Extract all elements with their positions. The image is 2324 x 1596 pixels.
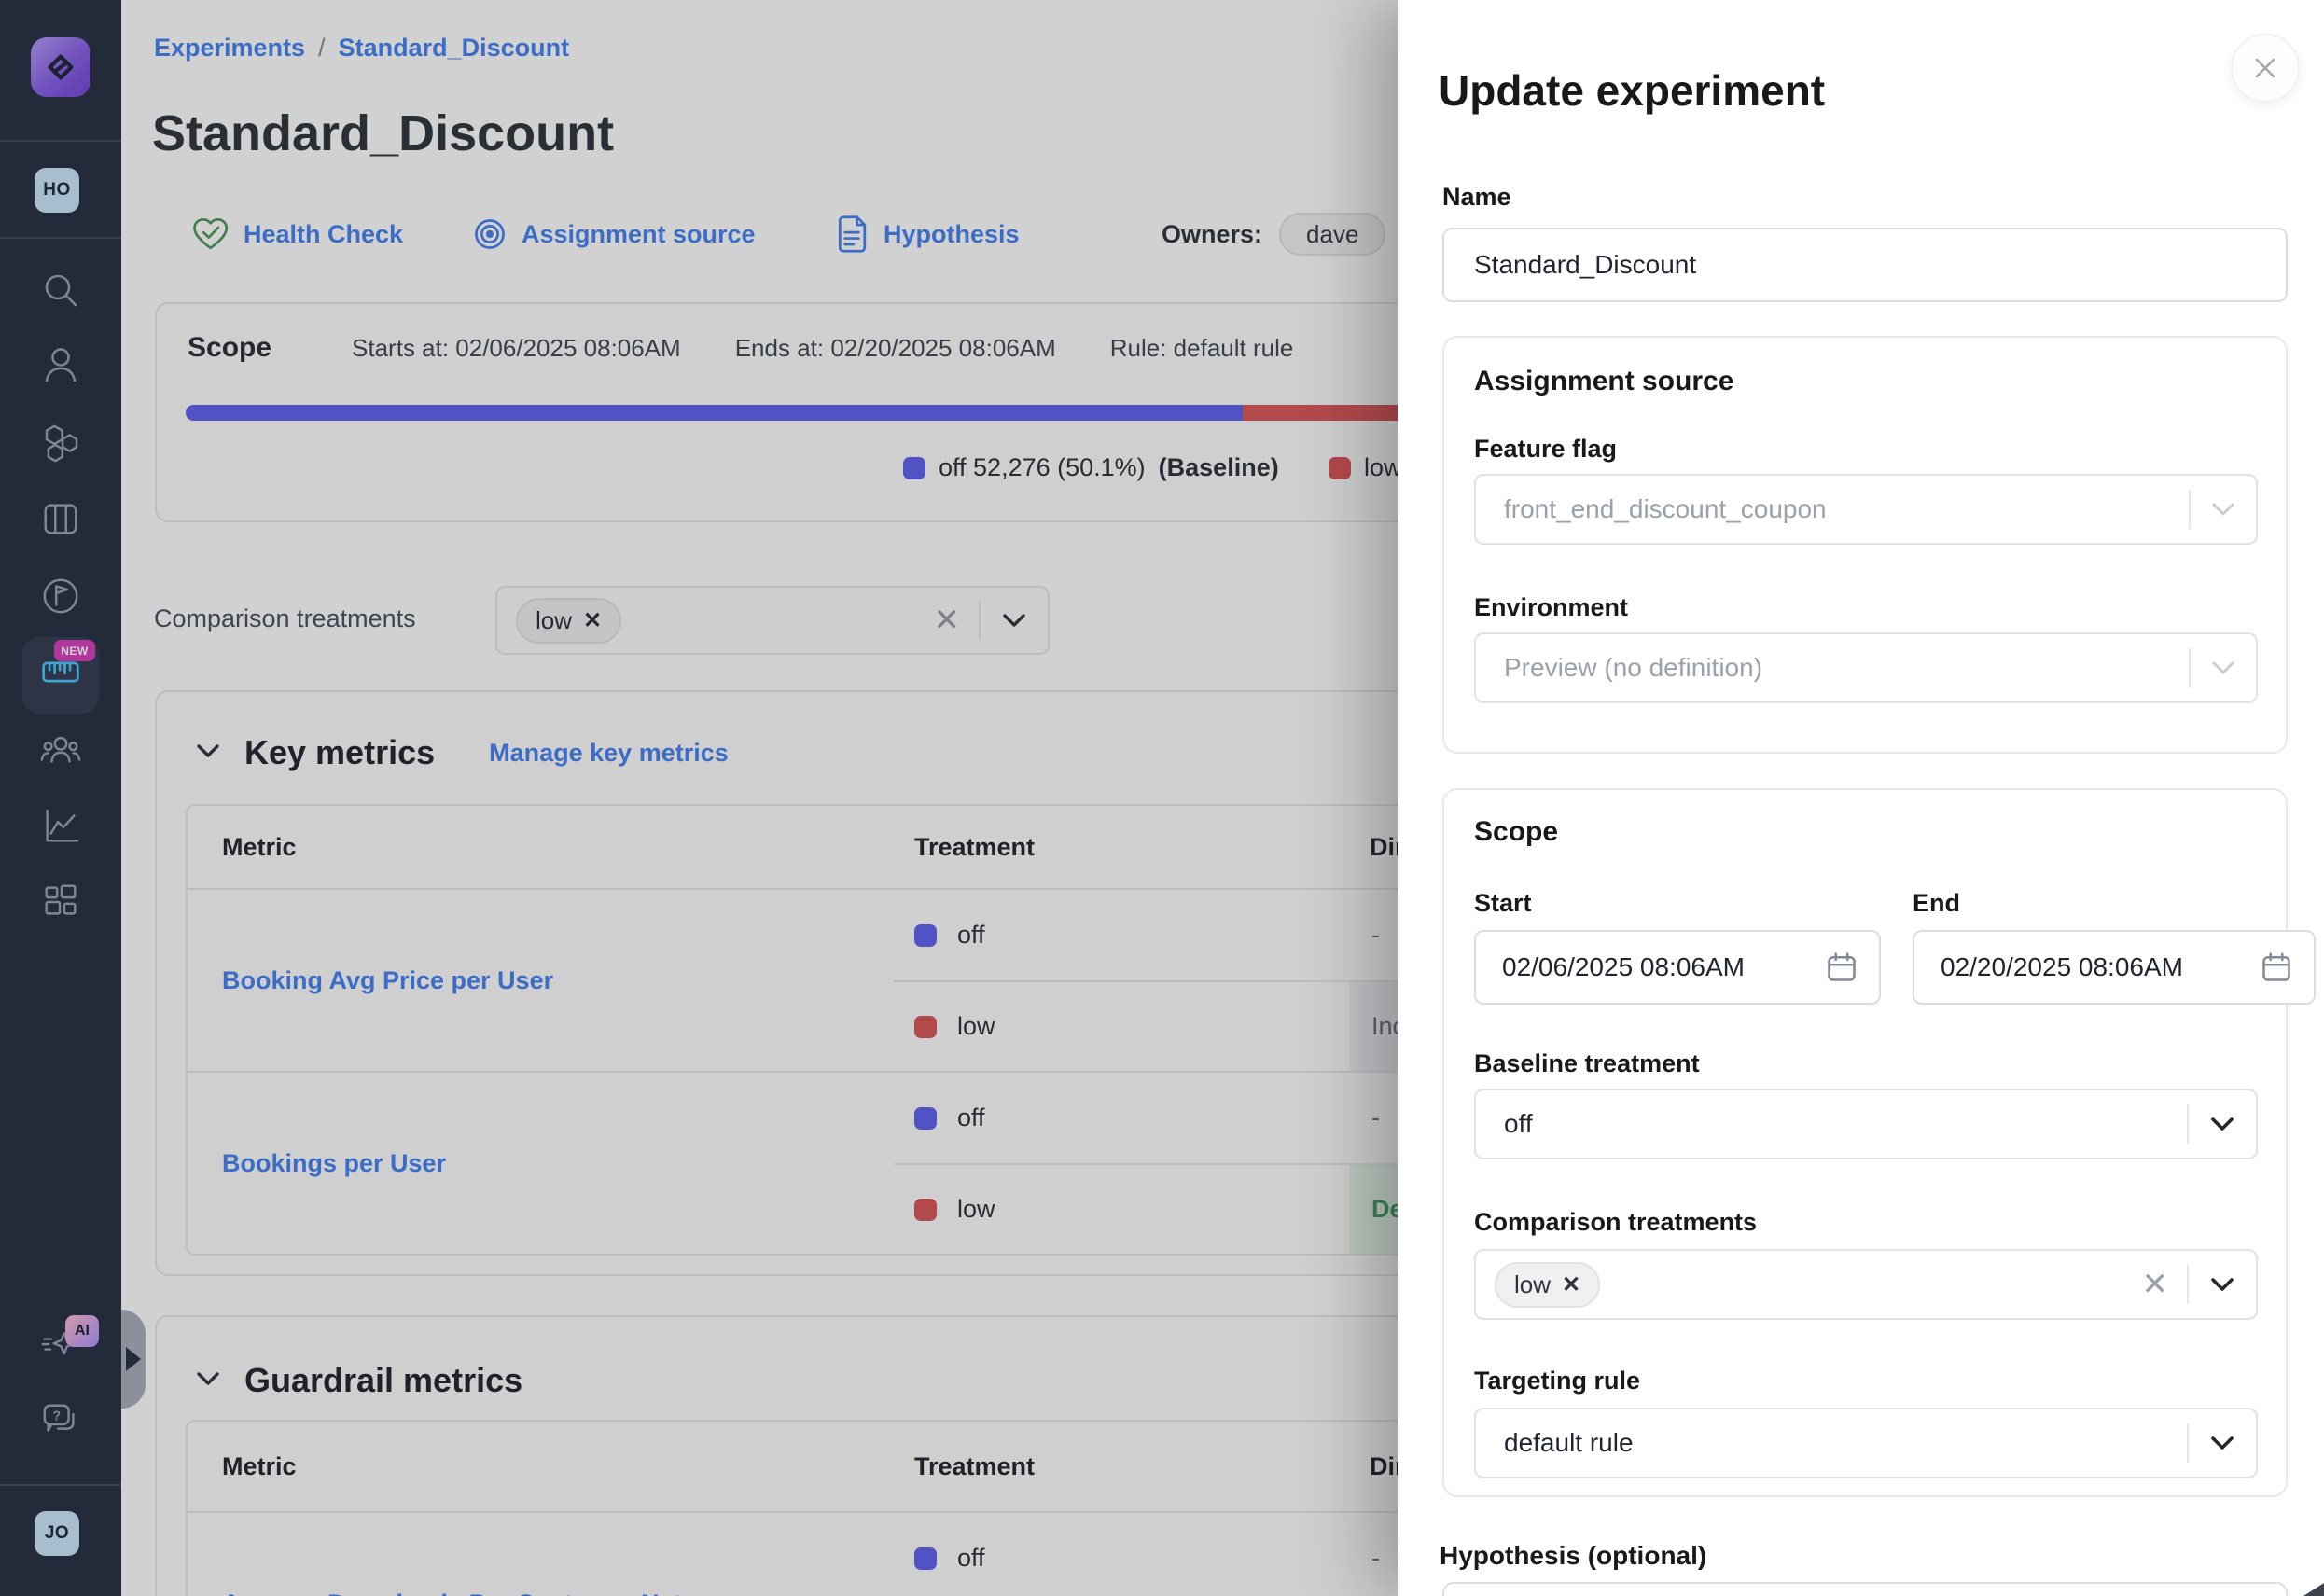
close-button[interactable] [2231,34,2300,103]
end-label: End [1913,889,1960,918]
targeting-rule-select[interactable]: default rule [1474,1408,2258,1478]
hypothesis-textarea[interactable] [1442,1582,2288,1596]
scope-section: Scope Start End 02/06/2025 08:06AM 02/20… [1442,788,2288,1497]
chevron-down-icon [2191,660,2256,675]
name-input[interactable] [1442,228,2288,302]
clear-icon[interactable]: ✕ [2123,1269,2188,1300]
environment-value: Preview (no definition) [1504,653,1762,683]
feature-flag-value: front_end_discount_coupon [1504,494,1827,524]
comparison-treatments-multiselect[interactable]: low ✕ ✕ [1474,1249,2258,1320]
start-date-input[interactable]: 02/06/2025 08:06AM [1474,930,1881,1005]
start-date-value: 02/06/2025 08:06AM [1502,952,1745,982]
assignment-source-section: Assignment source Feature flag front_end… [1442,336,2288,754]
environment-select[interactable]: Preview (no definition) [1474,632,2258,703]
targeting-rule-value: default rule [1504,1428,1634,1458]
app-window: HO NEW [0,0,2324,1596]
chevron-down-icon [2191,502,2256,517]
chevron-down-icon[interactable] [2189,1116,2256,1132]
calendar-icon [1825,951,1858,984]
close-icon [2251,54,2279,82]
scope-section-title: Scope [1474,816,1558,848]
start-label: Start [1474,889,1532,918]
assignment-source-title: Assignment source [1474,366,1733,397]
treatment-chip-low[interactable]: low ✕ [1495,1262,1600,1308]
drawer-title: Update experiment [1439,65,1825,116]
targeting-rule-label: Targeting rule [1474,1367,1640,1395]
environment-label: Environment [1474,593,1628,622]
chip-label: low [1514,1270,1551,1299]
feature-flag-label: Feature flag [1474,435,1617,464]
hypothesis-optional-label: Hypothesis (optional) [1440,1541,1706,1571]
baseline-treatment-select[interactable]: off [1474,1089,2258,1159]
chevron-down-icon[interactable] [2189,1276,2256,1293]
end-date-input[interactable]: 02/20/2025 08:06AM [1913,930,2316,1005]
comparison-treatments-label: Comparison treatments [1474,1208,1757,1237]
chip-remove-icon[interactable]: ✕ [1562,1271,1580,1298]
baseline-treatment-value: off [1504,1109,1533,1139]
name-label: Name [1442,183,1511,212]
baseline-treatment-label: Baseline treatment [1474,1049,1700,1078]
end-date-value: 02/20/2025 08:06AM [1941,952,2183,982]
feature-flag-select[interactable]: front_end_discount_coupon [1474,474,2258,545]
resize-grip[interactable] [2303,1583,2324,1596]
chevron-down-icon[interactable] [2189,1435,2256,1451]
calendar-icon [2260,951,2293,984]
update-experiment-drawer: Update experiment Name Assignment source… [1398,0,2324,1596]
